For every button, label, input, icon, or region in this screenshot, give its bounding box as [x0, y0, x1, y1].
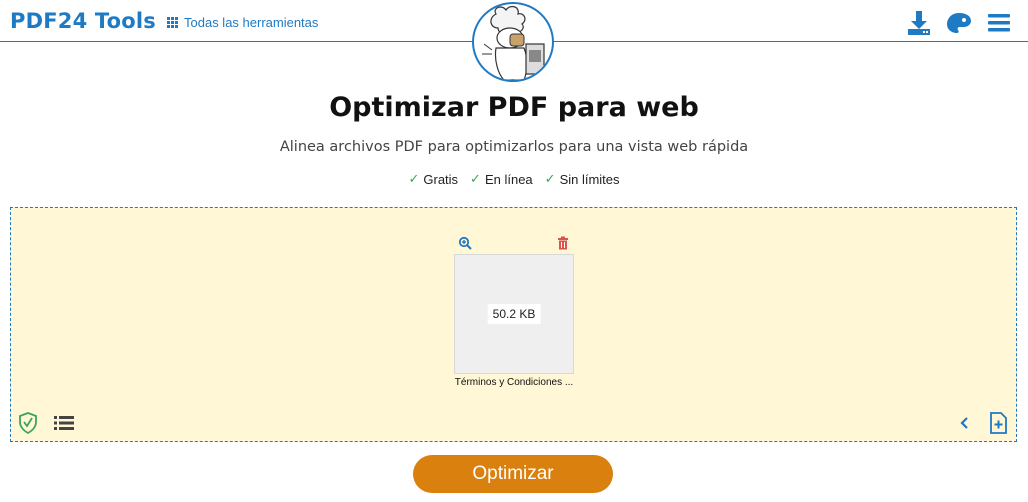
grid-icon [167, 17, 178, 28]
all-tools-label: Todas las herramientas [184, 15, 319, 30]
mascot-image [472, 2, 554, 82]
feature-label: En línea [484, 171, 533, 187]
optimize-button[interactable]: Optimizar [413, 455, 613, 493]
header-actions [906, 10, 1012, 36]
zoom-in-icon[interactable] [458, 235, 472, 250]
trash-icon[interactable] [556, 235, 570, 250]
all-tools-link[interactable]: Todas las herramientas [167, 15, 318, 30]
check-icon: ✓ [470, 171, 481, 186]
file-name: Términos y Condiciones ... [454, 377, 574, 388]
feature-item: ✓ Sin límites [545, 171, 620, 187]
menu-icon[interactable] [986, 10, 1012, 36]
file-dropzone[interactable]: 50.2 KB Términos y Condiciones ... [10, 207, 1017, 442]
palette-icon[interactable] [946, 10, 972, 36]
file-thumbnail[interactable]: 50.2 KB [454, 254, 574, 374]
shield-check-icon[interactable] [18, 412, 38, 435]
chevron-left-icon[interactable] [958, 415, 972, 431]
feature-list: ✓ Gratis ✓ En línea ✓ Sin límites [0, 171, 1028, 187]
check-icon: ✓ [408, 171, 420, 186]
file-size-badge: 50.2 KB [487, 304, 541, 324]
feature-label: Sin límites [559, 171, 620, 187]
page-title: Optimizar PDF para web [329, 92, 699, 123]
feature-item: ✓ En línea [470, 171, 533, 187]
list-view-icon[interactable] [54, 415, 74, 431]
feature-label: Gratis [423, 171, 459, 187]
page-subtitle: Alinea archivos PDF para optimizarlos pa… [279, 139, 749, 155]
feature-item: ✓ Gratis [408, 171, 458, 187]
download-icon[interactable] [906, 10, 932, 36]
add-file-icon[interactable] [987, 412, 1009, 434]
brand-logo-text[interactable]: PDF24 Tools [10, 9, 156, 33]
check-icon: ✓ [544, 171, 556, 186]
